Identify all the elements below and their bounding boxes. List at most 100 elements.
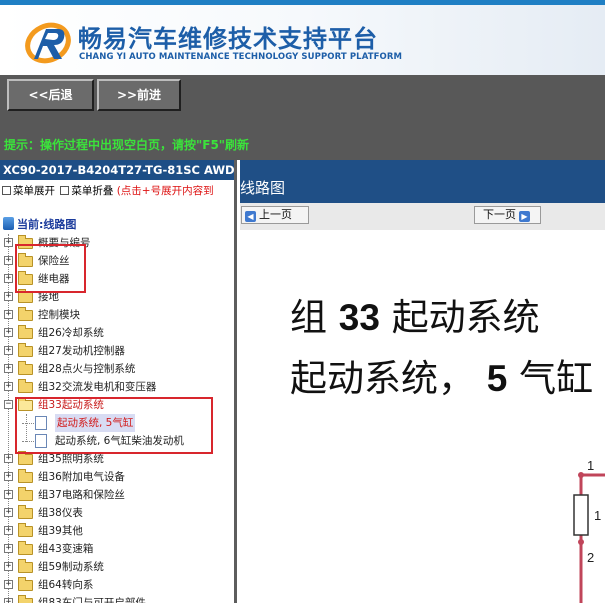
book-icon bbox=[3, 217, 14, 230]
notice-text: 提示：操作过程中出现空白页，请按"F5"刷新 bbox=[4, 138, 250, 152]
tree-node-label[interactable]: 组26冷却系统 bbox=[38, 324, 104, 342]
tree-node-open[interactable]: − 组33起动系统 bbox=[0, 396, 234, 414]
tree-node-label[interactable]: 保险丝 bbox=[38, 252, 70, 270]
forward-button[interactable]: >>前进 bbox=[97, 79, 181, 111]
expand-icon[interactable]: + bbox=[4, 364, 13, 373]
tree-node[interactable]: + 组32交流发电机和变压器 bbox=[0, 378, 234, 396]
expand-icon[interactable]: + bbox=[4, 526, 13, 535]
expand-icon[interactable]: + bbox=[4, 472, 13, 481]
wiring-diagram bbox=[573, 472, 605, 603]
tree-node[interactable]: + 保险丝 bbox=[0, 252, 234, 270]
tree-node[interactable]: + 继电器 bbox=[0, 270, 234, 288]
folder-icon bbox=[18, 505, 33, 519]
tree-node-label[interactable]: 组33起动系统 bbox=[38, 396, 104, 414]
figure-label: 1 bbox=[594, 508, 602, 523]
tree-node-label[interactable]: 组38仪表 bbox=[38, 504, 83, 522]
tree-node[interactable]: + 概要与编号 bbox=[0, 234, 234, 252]
folder-icon bbox=[18, 595, 33, 603]
expand-icon[interactable]: + bbox=[4, 580, 13, 589]
tree-node[interactable]: + 组35照明系统 bbox=[0, 450, 234, 468]
tree-node-label[interactable]: 组43变速箱 bbox=[38, 540, 93, 558]
folder-icon bbox=[18, 253, 33, 267]
tree-node[interactable]: + 组38仪表 bbox=[0, 504, 234, 522]
tree-child-label[interactable]: 起动系统, 5气缸 bbox=[55, 414, 136, 432]
folder-icon bbox=[18, 451, 33, 465]
expand-icon[interactable]: + bbox=[4, 238, 13, 247]
back-button[interactable]: <<后退 bbox=[7, 79, 94, 111]
folder-icon bbox=[18, 577, 33, 591]
tree-node-label[interactable]: 组36附加电气设备 bbox=[38, 468, 125, 486]
tree-node-label[interactable]: 接地 bbox=[38, 288, 59, 306]
tree-child[interactable]: 起动系统, 5气缸 bbox=[0, 414, 234, 432]
tree-child[interactable]: 起动系统, 6气缸柴油发动机 bbox=[0, 432, 234, 450]
tree-node[interactable]: + 组59制动系统 bbox=[0, 558, 234, 576]
tree-node-label[interactable]: 组59制动系统 bbox=[38, 558, 104, 576]
prev-page-label: 上一页 bbox=[259, 208, 292, 221]
doc-title-number: 5 bbox=[486, 358, 508, 399]
expand-icon[interactable]: + bbox=[4, 562, 13, 571]
expand-icon[interactable]: + bbox=[4, 292, 13, 301]
tree-node[interactable]: + 组39其他 bbox=[0, 522, 234, 540]
collapse-icon[interactable]: − bbox=[4, 400, 13, 409]
tree-node-label[interactable]: 控制模块 bbox=[38, 306, 80, 324]
tree-node-label[interactable]: 组32交流发电机和变压器 bbox=[38, 378, 156, 396]
doc-title-text: 起动系统， bbox=[290, 357, 475, 400]
menu-collapse-link[interactable]: 菜单折叠 bbox=[71, 182, 113, 200]
expand-icon[interactable]: + bbox=[4, 382, 13, 391]
tree-node[interactable]: + 组28点火与控制系统 bbox=[0, 360, 234, 378]
tree-node-label[interactable]: 组83车门与可开启部件 bbox=[38, 594, 146, 603]
folder-icon bbox=[18, 325, 33, 339]
tree-node[interactable]: + 组27发动机控制器 bbox=[0, 342, 234, 360]
expand-icon[interactable]: + bbox=[4, 598, 13, 603]
tree-node[interactable]: + 组43变速箱 bbox=[0, 540, 234, 558]
tree-child-label[interactable]: 起动系统, 6气缸柴油发动机 bbox=[55, 432, 184, 450]
pager: ◀ 上一页 下一页 ▶ bbox=[240, 203, 605, 230]
expand-icon[interactable]: + bbox=[4, 346, 13, 355]
folder-icon bbox=[18, 307, 33, 321]
tree-node-label[interactable]: 组37电路和保险丝 bbox=[38, 486, 125, 504]
next-page-label: 下一页 bbox=[483, 208, 516, 221]
expand-icon[interactable]: + bbox=[4, 310, 13, 319]
expand-icon[interactable]: + bbox=[4, 328, 13, 337]
notice-bar: 提示：操作过程中出现空白页，请按"F5"刷新 bbox=[0, 115, 605, 160]
folder-icon bbox=[18, 361, 33, 375]
expand-icon[interactable]: + bbox=[4, 454, 13, 463]
tree-node[interactable]: + 组64转向系 bbox=[0, 576, 234, 594]
expand-icon[interactable]: + bbox=[4, 274, 13, 283]
expand-icon[interactable]: + bbox=[4, 256, 13, 265]
tree-branch-line bbox=[22, 423, 34, 424]
expand-icon[interactable]: + bbox=[4, 544, 13, 553]
doc-title-text: 组 bbox=[290, 296, 327, 339]
folder-icon bbox=[18, 487, 33, 501]
expand-icon[interactable]: + bbox=[4, 508, 13, 517]
folder-icon bbox=[18, 469, 33, 483]
folder-icon bbox=[18, 289, 33, 303]
right-panel-title: 线路图 bbox=[240, 179, 286, 197]
tree-node[interactable]: + 组37电路和保险丝 bbox=[0, 486, 234, 504]
prev-page-button[interactable]: ◀ 上一页 bbox=[241, 206, 309, 224]
tree-node[interactable]: + 组83车门与可开启部件 bbox=[0, 594, 234, 603]
tree-node[interactable]: + 组36附加电气设备 bbox=[0, 468, 234, 486]
tree-node[interactable]: + 控制模块 bbox=[0, 306, 234, 324]
tree-node-label[interactable]: 继电器 bbox=[38, 270, 70, 288]
menu-row: 菜单展开 菜单折叠 (点击+号展开内容到 bbox=[0, 182, 234, 200]
tree-node-label[interactable]: 组64转向系 bbox=[38, 576, 93, 594]
folder-icon bbox=[18, 541, 33, 555]
tree-node-label[interactable]: 概要与编号 bbox=[38, 234, 91, 252]
document-icon bbox=[35, 416, 47, 430]
tree-node-label[interactable]: 组35照明系统 bbox=[38, 450, 104, 468]
menu-expand-link[interactable]: 菜单展开 bbox=[13, 182, 55, 200]
folder-open-icon bbox=[18, 397, 33, 411]
folder-icon bbox=[18, 379, 33, 393]
doc-title-number: 33 bbox=[338, 297, 380, 338]
doc-title-text: 气缸 bbox=[519, 357, 594, 400]
tree-node[interactable]: + 组26冷却系统 bbox=[0, 324, 234, 342]
tree-node-label[interactable]: 组28点火与控制系统 bbox=[38, 360, 135, 378]
tree-node-label[interactable]: 组39其他 bbox=[38, 522, 83, 540]
expand-icon[interactable]: + bbox=[4, 490, 13, 499]
tree-node-label[interactable]: 组27发动机控制器 bbox=[38, 342, 125, 360]
tree-node[interactable]: + 接地 bbox=[0, 288, 234, 306]
next-page-button[interactable]: 下一页 ▶ bbox=[474, 206, 541, 224]
tree-branch-line bbox=[22, 441, 34, 442]
folder-icon bbox=[18, 343, 33, 357]
